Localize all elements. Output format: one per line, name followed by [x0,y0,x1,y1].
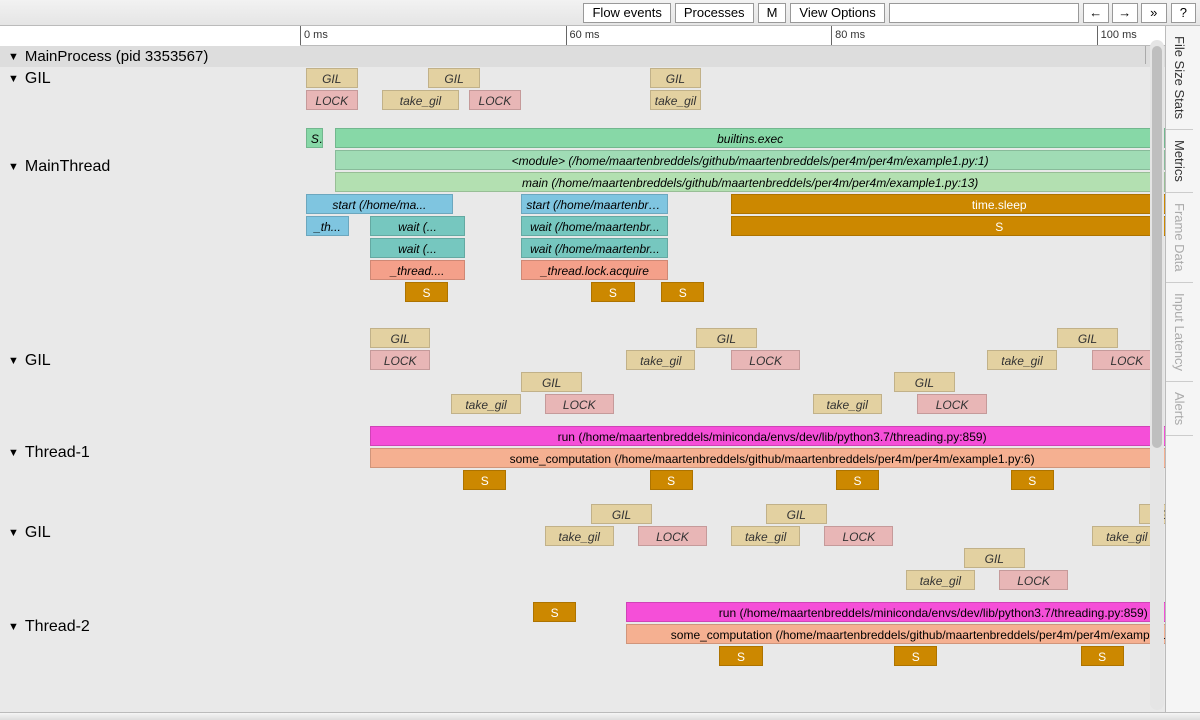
trace-segment[interactable]: take_gil [545,526,614,546]
trace-segment[interactable]: LOCK [999,570,1068,590]
ruler-tick: 80 ms [831,26,865,45]
trace-segment[interactable]: take_gil [382,90,460,110]
trace-segment[interactable]: take_gil [906,570,975,590]
chevron-down-icon: ▼ [8,355,19,367]
trace-segment[interactable]: S [661,282,704,302]
trace-segment[interactable]: S [719,646,762,666]
vertical-scrollbar[interactable] [1150,40,1164,710]
ruler-tick: 60 ms [566,26,600,45]
trace-segment[interactable]: _thread.lock.acquire [521,260,668,280]
side-tab-metrics[interactable]: Metrics [1166,130,1193,193]
trace-segment[interactable]: LOCK [370,350,431,370]
trace-segment[interactable]: LOCK [917,394,986,414]
process-title: MainProcess (pid 3353567) [25,48,208,65]
ruler-tick: 100 ms [1097,26,1137,45]
trace-segment[interactable]: LOCK [545,394,614,414]
processes-button[interactable]: Processes [675,3,754,23]
side-tab-file-size-stats[interactable]: File Size Stats [1166,26,1193,130]
section-gil-1[interactable]: ▼GIL [0,350,300,372]
side-tab-input-latency[interactable]: Input Latency [1166,283,1193,382]
trace-segment[interactable]: GIL [428,68,480,88]
trace-segment[interactable]: LOCK [469,90,521,110]
trace-segment[interactable]: GIL [894,372,955,392]
trace-segment[interactable]: S [1011,470,1054,490]
flow-events-button[interactable]: Flow events [583,3,670,23]
trace-segment[interactable]: GIL [696,328,757,348]
search-input[interactable] [889,3,1079,23]
tracks-panel[interactable]: ▼MainProcess (pid 3353567)X▼GILGILGILGIL… [0,46,1165,712]
trace-segment[interactable]: _th... [306,216,349,236]
trace-segment[interactable]: GIL [521,372,582,392]
trace-segment[interactable]: S [731,216,1165,236]
trace-segment[interactable]: start (/home/ma... [306,194,453,214]
trace-segment[interactable]: time.sleep [731,194,1165,214]
toolbar: Flow events Processes M View Options ← →… [0,0,1200,26]
trace-segment[interactable]: S [591,282,634,302]
trace-segment[interactable]: run (/home/maartenbreddels/miniconda/env… [626,602,1165,622]
trace-segment[interactable]: GIL [591,504,652,524]
trace-segment[interactable]: S [463,470,506,490]
side-tab-alerts[interactable]: Alerts [1166,382,1193,436]
side-tab-frame-data[interactable]: Frame Data [1166,193,1193,283]
trace-segment[interactable]: take_gil [731,526,800,546]
trace-segment[interactable]: LOCK [638,526,707,546]
chevron-down-icon: ▼ [8,73,19,85]
trace-segment[interactable]: S [650,470,693,490]
trace-segment[interactable]: GIL [306,68,358,88]
view-options-button[interactable]: View Options [790,3,884,23]
trace-segment[interactable]: wait (... [370,216,465,236]
trace-segment[interactable]: take_gil [813,394,882,414]
process-header[interactable]: ▼ MainProcess (pid 3353567) [0,46,1165,67]
trace-segment[interactable]: wait (/home/maartenbr... [521,216,668,236]
trace-segment[interactable]: S [1081,646,1124,666]
trace-segment[interactable]: take_gil [987,350,1056,370]
trace-segment[interactable]: start (/home/maartenbreddels/m... [521,194,668,214]
section-gil-2[interactable]: ▼GIL [0,522,300,544]
trace-segment[interactable]: wait (/home/maartenbr... [521,238,668,258]
trace-segment[interactable]: S [894,646,937,666]
trace-segment[interactable]: S [533,602,576,622]
trace-segment[interactable]: GIL [370,328,431,348]
chevron-down-icon: ▼ [8,447,19,459]
trace-segment[interactable]: some_computation (/home/maartenbreddels/… [370,448,1165,468]
section-gil-0[interactable]: ▼GIL [0,68,300,90]
trace-segment[interactable]: take_gil [626,350,695,370]
trace-segment[interactable]: <module> (/home/maartenbreddels/github/m… [335,150,1165,170]
trace-segment[interactable]: builtins.exec [335,128,1165,148]
m-button[interactable]: M [758,3,787,23]
nav-forward-button[interactable]: → [1112,3,1138,23]
section-mainthread[interactable]: ▼MainThread [0,156,300,178]
trace-segment[interactable]: some_computation (/home/maartenbreddels/… [626,624,1165,644]
trace-segment[interactable]: main (/home/maartenbreddels/github/maart… [335,172,1165,192]
nav-back-button[interactable]: ← [1083,3,1109,23]
trace-segment[interactable]: LOCK [306,90,358,110]
bottom-bar [0,712,1200,720]
section-thread-2[interactable]: ▼Thread-2 [0,616,300,638]
help-button[interactable]: ? [1171,3,1196,23]
trace-segment[interactable]: GIL [1057,328,1118,348]
time-ruler[interactable]: 0 ms 60 ms 80 ms 100 ms [300,26,1165,46]
chevron-down-icon: ▼ [8,161,19,173]
trace-segment[interactable]: wait (... [370,238,465,258]
right-tabs: File Size StatsMetricsFrame DataInput La… [1165,26,1200,720]
trace-segment[interactable]: S [405,282,448,302]
trace-segment[interactable]: _thread.... [370,260,465,280]
nav-more-button[interactable]: » [1141,3,1167,23]
chevron-down-icon: ▼ [8,527,19,539]
trace-segment[interactable]: LOCK [731,350,800,370]
trace-segment[interactable]: LOCK [824,526,893,546]
chevron-down-icon: ▼ [8,621,19,633]
ruler-tick: 0 ms [300,26,328,45]
section-thread-1[interactable]: ▼Thread-1 [0,442,300,464]
trace-segment[interactable]: take_gil [451,394,520,414]
trace-segment[interactable]: GIL [766,504,827,524]
trace-segment[interactable]: GIL [964,548,1025,568]
trace-segment[interactable]: run (/home/maartenbreddels/miniconda/env… [370,426,1165,446]
trace-segment[interactable]: S [836,470,879,490]
chevron-down-icon: ▼ [8,51,19,63]
trace-segment[interactable]: GIL [650,68,702,88]
trace-segment[interactable]: take_gil [650,90,702,110]
trace-segment[interactable]: S [306,128,323,148]
